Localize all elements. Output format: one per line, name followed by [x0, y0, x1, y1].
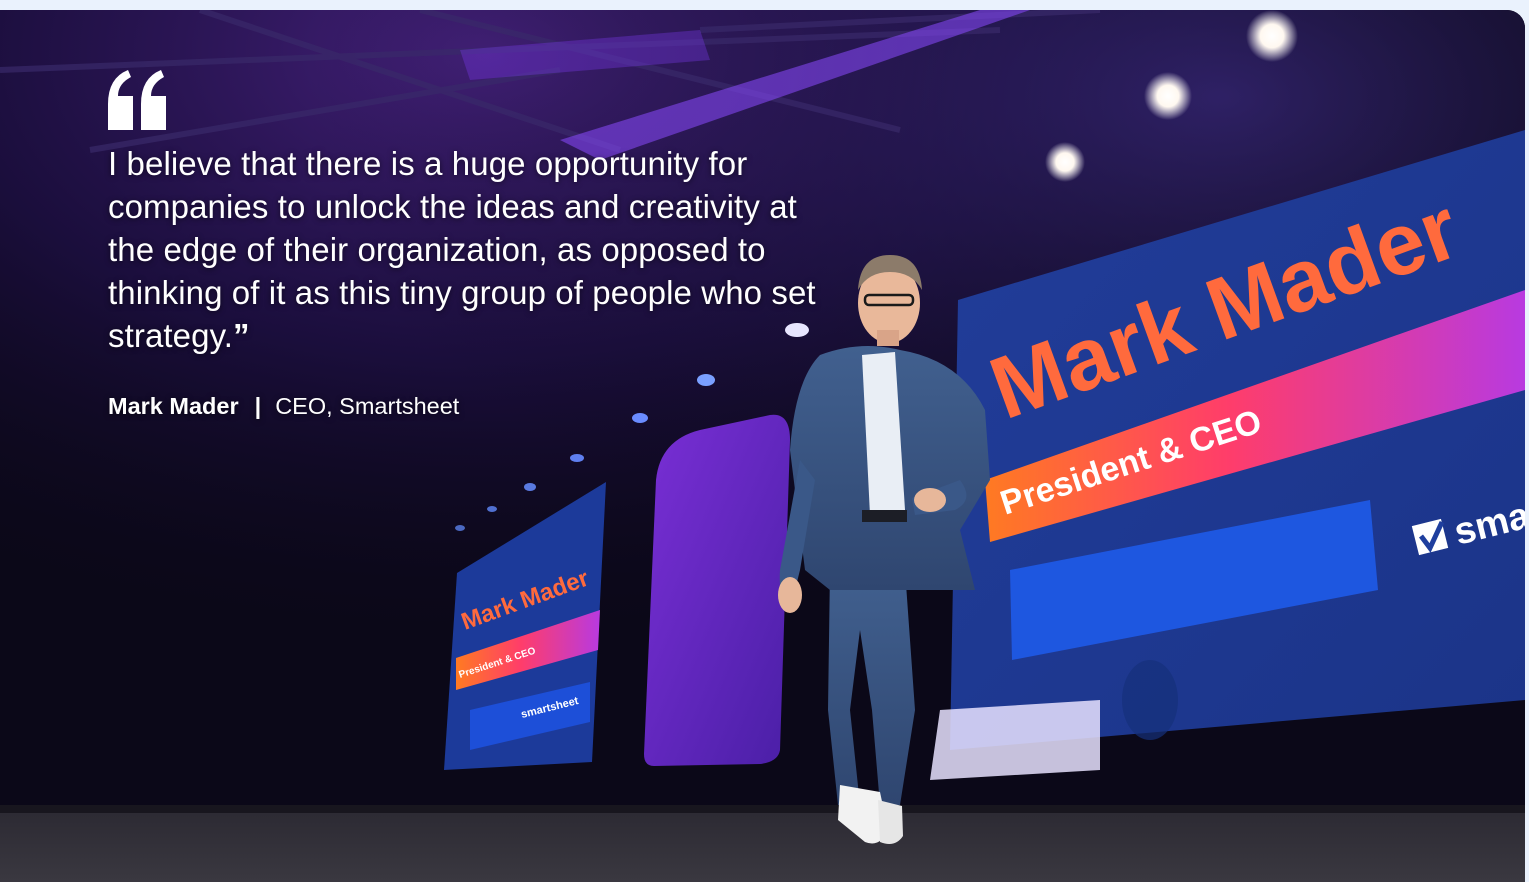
author-name: Mark Mader [108, 393, 239, 419]
close-quote-mark: ” [233, 317, 250, 354]
purple-panel [644, 414, 790, 766]
attribution-separator: | [254, 393, 262, 419]
open-quote-icon [108, 70, 166, 130]
keynote-stage-photo: Mark Mader President & CEO smartsheet Ma… [0, 10, 1525, 882]
author-role: CEO, Smartsheet [275, 393, 460, 419]
testimonial-card: Mark Mader President & CEO smartsheet Ma… [0, 10, 1525, 882]
quote-text: I believe that there is a huge opportuni… [108, 142, 828, 357]
quote-attribution: Mark Mader | CEO, Smartsheet [108, 393, 459, 420]
stage-floor [0, 810, 1525, 882]
quote-body: I believe that there is a huge opportuni… [108, 145, 816, 354]
